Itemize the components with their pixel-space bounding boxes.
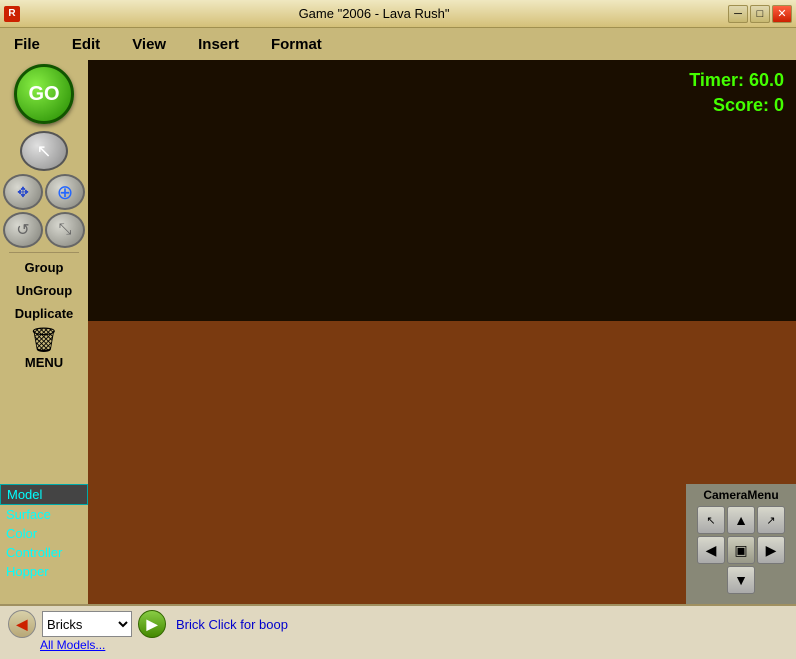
timer-display: Timer: 60.0 bbox=[689, 68, 784, 93]
tab-surface[interactable]: Surface bbox=[0, 505, 88, 524]
move-tool-button[interactable]: ✥ bbox=[3, 174, 43, 210]
close-button[interactable]: ✕ bbox=[772, 5, 792, 23]
title-bar-title: Game "2006 - Lava Rush" bbox=[20, 6, 728, 21]
camera-bottom-left-empty bbox=[697, 566, 725, 594]
bottom-row-1: ◀ Bricks ▶ Brick Click for boop bbox=[8, 610, 788, 638]
tab-color[interactable]: Color bbox=[0, 524, 88, 543]
menu-insert[interactable]: Insert bbox=[192, 34, 245, 55]
group-button[interactable]: Group bbox=[6, 257, 82, 278]
camera-controls: ↖ ▲ ↗ ◀ ▣ ▶ ▼ bbox=[697, 506, 785, 594]
next-model-button[interactable]: ▶ bbox=[138, 610, 166, 638]
menu-edit[interactable]: Edit bbox=[66, 34, 106, 55]
title-bar-buttons: ─ □ ✕ bbox=[728, 5, 792, 23]
camera-bottom-right-empty bbox=[757, 566, 785, 594]
bottom-row-2: All Models... bbox=[8, 638, 788, 652]
tool-row-2: ↺ ⤡ bbox=[3, 212, 85, 248]
camera-left-button[interactable]: ◀ bbox=[697, 536, 725, 564]
bottom-bar: ◀ Bricks ▶ Brick Click for boop All Mode… bbox=[0, 604, 796, 659]
separator-1 bbox=[9, 252, 79, 253]
left-panel: Model Surface Color Controller Hopper bbox=[0, 484, 88, 604]
add-tool-button[interactable]: ⊕ bbox=[45, 174, 85, 210]
timer-score-display: Timer: 60.0 Score: 0 bbox=[689, 68, 784, 118]
menu-icon-button[interactable]: 🗑 MENU bbox=[24, 326, 64, 370]
camera-down-button[interactable]: ▼ bbox=[727, 566, 755, 594]
camera-up-left-button[interactable]: ↖ bbox=[697, 506, 725, 534]
menu-view[interactable]: View bbox=[126, 34, 172, 55]
menu-bar: File Edit View Insert Format bbox=[0, 28, 796, 60]
duplicate-button[interactable]: Duplicate bbox=[6, 303, 82, 324]
menu-file[interactable]: File bbox=[8, 34, 46, 55]
model-select[interactable]: Bricks bbox=[42, 611, 132, 637]
main-area: GO ↖ ✥ ⊕ ↺ ⤡ Group UnGroup Duplicate 🗑 M… bbox=[0, 60, 796, 604]
cursor-icon: ↖ bbox=[36, 141, 51, 162]
maximize-button[interactable]: □ bbox=[750, 5, 770, 23]
camera-up-right-button[interactable]: ↗ bbox=[757, 506, 785, 534]
camera-center-button[interactable]: ▣ bbox=[727, 536, 755, 564]
score-display: Score: 0 bbox=[689, 93, 784, 118]
camera-menu-label: CameraMenu bbox=[703, 488, 778, 502]
tab-controller[interactable]: Controller bbox=[0, 543, 88, 562]
trash-icon: 🗑 bbox=[29, 326, 59, 355]
camera-menu: CameraMenu ↖ ▲ ↗ ◀ ▣ ▶ ▼ bbox=[686, 484, 796, 604]
tool-row: ✥ ⊕ bbox=[3, 174, 85, 210]
minimize-button[interactable]: ─ bbox=[728, 5, 748, 23]
app-icon: R bbox=[4, 6, 20, 22]
scale-tool-button[interactable]: ⤡ bbox=[45, 212, 85, 248]
title-bar: R Game "2006 - Lava Rush" ─ □ ✕ bbox=[0, 0, 796, 28]
tab-model[interactable]: Model bbox=[0, 484, 88, 505]
ungroup-button[interactable]: UnGroup bbox=[6, 280, 82, 301]
move-icon: ✥ bbox=[17, 184, 29, 201]
camera-right-button[interactable]: ▶ bbox=[757, 536, 785, 564]
menu-format[interactable]: Format bbox=[265, 34, 328, 55]
rotate-tool-button[interactable]: ↺ bbox=[3, 212, 43, 248]
tab-hopper[interactable]: Hopper bbox=[0, 562, 88, 581]
camera-up-button[interactable]: ▲ bbox=[727, 506, 755, 534]
add-icon: ⊕ bbox=[57, 180, 74, 205]
all-models-link[interactable]: All Models... bbox=[40, 638, 105, 652]
prev-model-button[interactable]: ◀ bbox=[8, 610, 36, 638]
brick-info-text: Brick Click for boop bbox=[176, 617, 288, 632]
go-button[interactable]: GO bbox=[14, 64, 74, 124]
select-tool-button[interactable]: ↖ bbox=[20, 131, 68, 171]
